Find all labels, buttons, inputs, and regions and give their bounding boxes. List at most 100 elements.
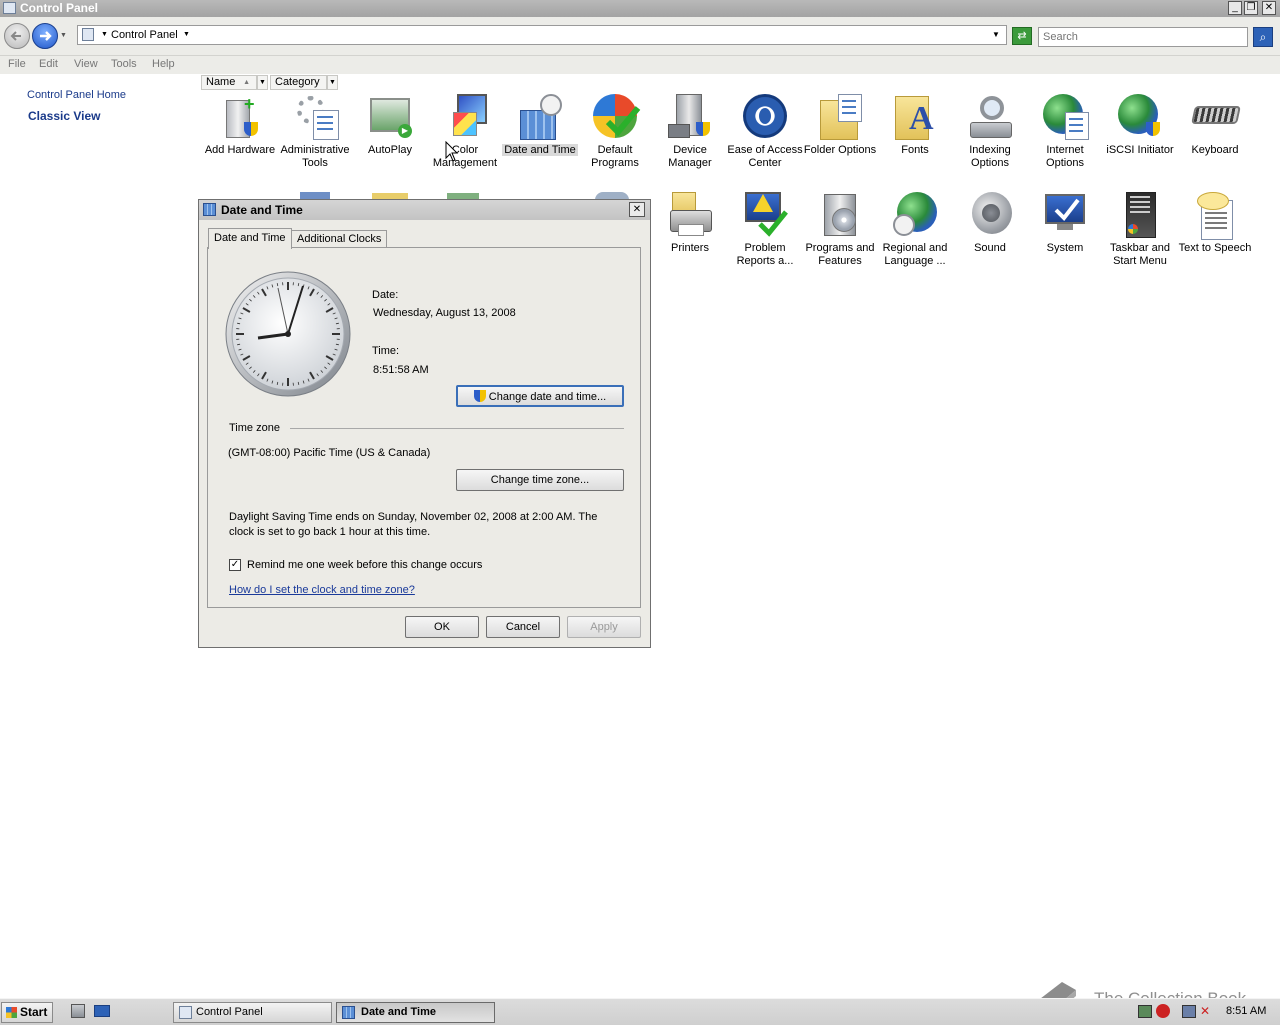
security-alert-tray-icon[interactable] [1156, 1004, 1170, 1018]
autoplay-icon: ▶ [368, 94, 412, 140]
volume-muted-tray-icon[interactable]: ✕ [1200, 1004, 1214, 1018]
fonts-icon: A [893, 94, 937, 140]
window-title: Control Panel [20, 1, 98, 15]
name-filter-dropdown[interactable]: ▼ [257, 75, 268, 90]
menu-help[interactable]: Help [152, 58, 175, 70]
cp-item-regional-and-language[interactable]: Regional and Language ... [877, 192, 953, 268]
back-arrow-icon [5, 24, 29, 48]
cp-item-keyboard[interactable]: Keyboard [1177, 94, 1253, 157]
breadcrumb-control-panel[interactable]: Control Panel [111, 29, 178, 41]
administrative-tools-icon [293, 94, 337, 140]
taskbar-clock[interactable]: 8:51 AM [1226, 1005, 1266, 1017]
breadcrumb-arrow-icon[interactable]: ▼ [101, 31, 108, 38]
column-header-name[interactable]: Name▲ [201, 75, 257, 90]
breadcrumb-chevron-icon[interactable]: ▼ [183, 31, 190, 38]
change-date-time-button[interactable]: Change date and time... [456, 385, 624, 407]
connection-tray-icon[interactable] [1182, 1005, 1196, 1018]
timezone-heading: Time zone [229, 422, 280, 434]
remind-checkbox[interactable]: ✓ [229, 559, 241, 571]
cp-item-taskbar-and-start-menu[interactable]: Taskbar and Start Menu [1102, 192, 1178, 268]
keyboard-icon [1193, 94, 1237, 140]
cp-item-sound[interactable]: Sound [952, 192, 1028, 255]
close-button[interactable]: ✕ [1262, 1, 1276, 15]
taskbar-control-panel[interactable]: Control Panel [173, 1002, 332, 1023]
cp-item-indexing-options[interactable]: Indexing Options [952, 94, 1028, 170]
cp-item-color-management[interactable]: Color Management [427, 94, 503, 170]
menu-tools[interactable]: Tools [111, 58, 137, 70]
folder-options-icon [818, 94, 862, 140]
cp-item-ease-of-access-center[interactable]: Ease of Access Center [727, 94, 803, 170]
change-time-zone-button[interactable]: Change time zone... [456, 469, 624, 491]
time-value: 8:51:58 AM [373, 364, 429, 376]
menu-file[interactable]: File [8, 58, 26, 70]
cp-item-printers[interactable]: Printers [652, 192, 728, 255]
cancel-button[interactable]: Cancel [486, 616, 560, 638]
cp-item-fonts[interactable]: A Fonts [877, 94, 953, 157]
server-manager-icon[interactable] [71, 1004, 85, 1018]
timezone-value: (GMT-08:00) Pacific Time (US & Canada) [228, 447, 430, 459]
cp-item-problem-reports[interactable]: Problem Reports a... [727, 192, 803, 268]
dialog-close-button[interactable]: ✕ [629, 202, 645, 217]
show-desktop-icon[interactable] [94, 1005, 110, 1017]
help-link[interactable]: How do I set the clock and time zone? [229, 584, 415, 596]
maximize-button[interactable]: ❐ [1244, 1, 1258, 15]
problem-reports-icon [743, 192, 787, 238]
date-and-time-tab-panel: Date: Wednesday, August 13, 2008 Time: 8… [207, 247, 641, 608]
cp-item-administrative-tools[interactable]: Administrative Tools [277, 94, 353, 170]
internet-options-icon [1043, 94, 1087, 140]
dst-info-line2: clock is set to go back 1 hour at this t… [229, 526, 430, 538]
date-and-time-dialog: Date and Time ✕ Date and Time Additional… [198, 199, 651, 648]
device-manager-icon [668, 94, 712, 140]
control-panel-icon [179, 1006, 192, 1019]
default-programs-icon [593, 94, 637, 140]
column-header-category[interactable]: Category [270, 75, 327, 90]
cp-item-add-hardware[interactable]: + Add Hardware [202, 94, 278, 157]
cp-item-default-programs[interactable]: Default Programs [577, 94, 653, 170]
cp-item-iscsi-initiator[interactable]: iSCSI Initiator [1102, 94, 1178, 157]
search-input[interactable] [1038, 27, 1248, 47]
menu-bar: File Edit View Tools Help [0, 56, 1280, 74]
control-panel-home-link[interactable]: Control Panel Home [27, 89, 126, 101]
address-field[interactable]: ▼ Control Panel ▼ ▼ [77, 25, 1007, 45]
tab-additional-clocks[interactable]: Additional Clocks [291, 230, 387, 248]
date-time-icon [203, 203, 216, 216]
control-panel-icon [3, 2, 16, 14]
menu-edit[interactable]: Edit [39, 58, 58, 70]
taskbar-date-and-time[interactable]: Date and Time [336, 1002, 495, 1023]
ok-button[interactable]: OK [405, 616, 479, 638]
minimize-button[interactable]: _ [1228, 1, 1242, 15]
cp-item-system[interactable]: System [1027, 192, 1103, 255]
system-icon [1043, 192, 1087, 238]
back-button[interactable] [4, 23, 30, 49]
address-dropdown-icon[interactable]: ▼ [992, 30, 1000, 39]
refresh-button[interactable]: ⇄ [1012, 27, 1032, 45]
menu-view[interactable]: View [74, 58, 98, 70]
start-button[interactable]: Start [1, 1002, 53, 1023]
apply-button[interactable]: Apply [567, 616, 641, 638]
cp-item-date-and-time[interactable]: Date and Time [502, 94, 578, 157]
forward-arrow-icon [33, 24, 57, 48]
cp-item-autoplay[interactable]: ▶ AutoPlay [352, 94, 428, 157]
cp-item-folder-options[interactable]: Folder Options [802, 94, 878, 157]
cp-item-text-to-speech[interactable]: Text to Speech [1177, 192, 1253, 255]
classic-view-label: Classic View [28, 109, 101, 123]
cp-item-internet-options[interactable]: Internet Options [1027, 94, 1103, 170]
date-and-time-icon [518, 94, 562, 140]
mouse-cursor-icon [445, 141, 459, 163]
cp-item-programs-and-features[interactable]: Programs and Features [802, 192, 878, 268]
date-time-icon [342, 1006, 355, 1019]
taskbar: Start Control Panel Date and Time ✕ 8:51… [0, 998, 1280, 1025]
control-panel-icon [82, 28, 94, 41]
category-filter-dropdown[interactable]: ▼ [327, 75, 338, 90]
cp-item-device-manager[interactable]: Device Manager [652, 94, 728, 170]
search-button[interactable]: ⌕ [1253, 27, 1273, 47]
dialog-title: Date and Time [221, 203, 303, 217]
taskbar-start-menu-icon [1118, 192, 1162, 238]
dialog-titlebar: Date and Time ✕ [199, 200, 650, 220]
history-dropdown-icon[interactable]: ▼ [60, 32, 67, 39]
indexing-options-icon [968, 94, 1012, 140]
forward-button[interactable] [32, 23, 58, 49]
tab-date-and-time[interactable]: Date and Time [208, 228, 292, 249]
iscsi-initiator-icon [1118, 94, 1162, 140]
network-tray-icon[interactable] [1138, 1005, 1152, 1018]
